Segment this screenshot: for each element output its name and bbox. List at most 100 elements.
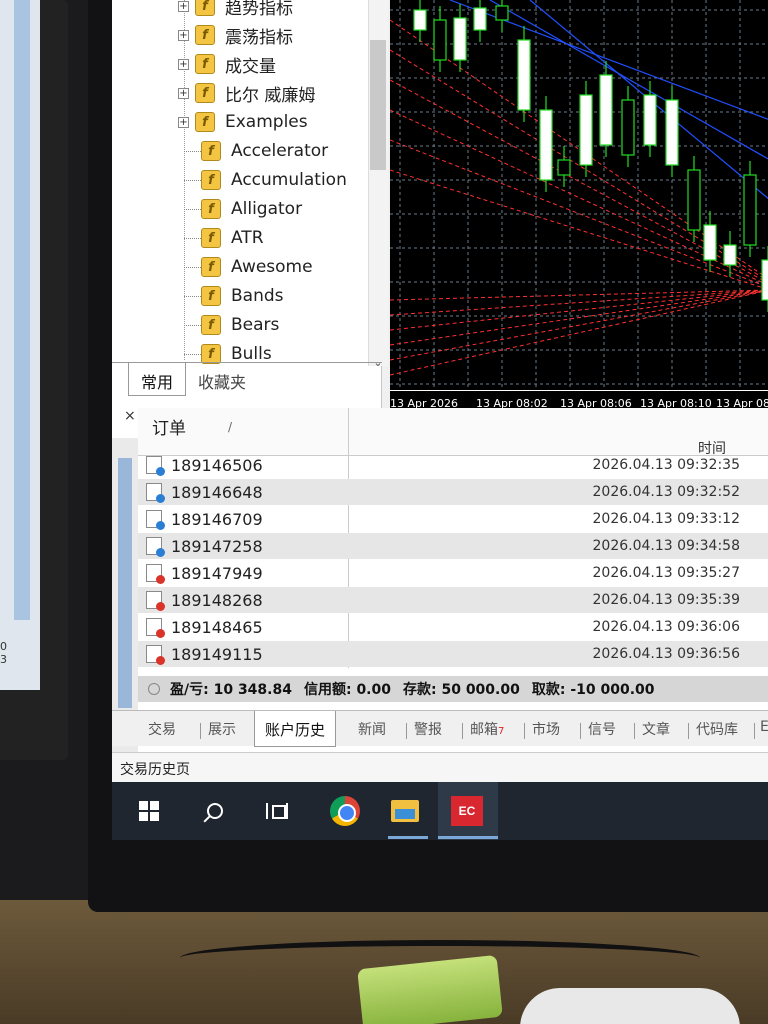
- order-row[interactable]: 189146648 2026.04.13 09:32:52: [138, 479, 768, 505]
- candle-body: [433, 19, 447, 61]
- tab-mailbox[interactable]: 邮箱7: [470, 719, 504, 739]
- expand-icon[interactable]: +: [178, 0, 189, 12]
- tab-market[interactable]: 市场: [532, 719, 560, 739]
- terminal-tabs: 交易 展示 账户历史 新闻 警报 邮箱7 市场 信号 文章 代码库 E: [112, 710, 768, 747]
- tab-common[interactable]: 常用: [128, 363, 187, 396]
- fan-line: [390, 289, 768, 316]
- indicator-f-icon: f: [195, 0, 215, 16]
- order-row[interactable]: 189146709 2026.04.13 09:33:12: [138, 506, 768, 532]
- navigator-item[interactable]: f Awesome: [112, 253, 313, 281]
- navigator-scroll-thumb[interactable]: [370, 40, 386, 170]
- expand-icon[interactable]: +: [178, 116, 189, 128]
- tab-separator: [634, 723, 635, 739]
- trading-app-icon[interactable]: EC: [450, 794, 484, 828]
- tab-account-history[interactable]: 账户历史: [254, 711, 337, 747]
- candle-body: [517, 39, 531, 111]
- price-chart[interactable]: [390, 0, 768, 390]
- tab-trade[interactable]: 交易: [148, 719, 176, 739]
- indicator-f-icon: f: [201, 170, 221, 190]
- navigator-item[interactable]: f Alligator: [112, 195, 302, 223]
- candle-body: [413, 9, 427, 31]
- navigator-item-label: Bears: [231, 315, 280, 335]
- sort-indicator-icon: /: [228, 420, 233, 434]
- tab-separator: [524, 723, 525, 739]
- order-row[interactable]: 189147258 2026.04.13 09:34:58: [138, 533, 768, 559]
- navigator-item-label: ATR: [231, 228, 264, 248]
- navigator-item[interactable]: f ATR: [112, 224, 264, 252]
- navigator-item[interactable]: + f 震荡指标: [112, 21, 293, 49]
- close-icon[interactable]: ×: [124, 408, 136, 424]
- navigator-item-label: Bands: [231, 286, 284, 306]
- white-object: [520, 988, 740, 1024]
- sell-order-icon: [146, 618, 165, 638]
- navigator-item[interactable]: + f 比尔 威廉姆: [112, 79, 315, 107]
- order-type-dot: [156, 629, 165, 638]
- tab-separator: [406, 723, 407, 739]
- order-row[interactable]: 189147949 2026.04.13 09:35:27: [138, 560, 768, 586]
- order-row[interactable]: 189149115 2026.04.13 09:36:56: [138, 641, 768, 667]
- candle-body: [579, 94, 593, 166]
- order-time: 2026.04.13 09:32:52: [592, 484, 741, 500]
- mail-count-badge: 7: [498, 726, 505, 737]
- navigator-item[interactable]: + f 趋势指标: [112, 0, 293, 20]
- navigator-item[interactable]: f Bears: [112, 311, 279, 339]
- candle-body: [557, 159, 571, 176]
- tab-favorites[interactable]: 收藏夹: [186, 363, 258, 396]
- order-row[interactable]: 189148465 2026.04.13 09:36:06: [138, 614, 768, 640]
- navigator-item-label: 比尔 威廉姆: [225, 85, 316, 106]
- navigator-item-label: 趋势指标: [225, 0, 293, 19]
- left-monitor-text: 0 3: [0, 640, 7, 666]
- tab-articles[interactable]: 文章: [642, 719, 670, 739]
- navigator-item[interactable]: f Accumulation: [112, 166, 347, 194]
- balance-summary: 盈/亏: 10 348.84 信用额: 0.00 存款: 50 000.00 取…: [138, 676, 768, 702]
- search-icon[interactable]: [198, 794, 232, 828]
- indicator-f-icon: f: [195, 54, 215, 74]
- sell-order-icon: [146, 645, 165, 665]
- trading-app-glyph: EC: [451, 796, 483, 826]
- navigator-item-label: 震荡指标: [225, 27, 293, 48]
- indicator-f-icon: f: [201, 344, 221, 364]
- candle-body: [665, 99, 679, 166]
- tab-alerts[interactable]: 警报: [414, 719, 442, 739]
- windows-start-icon[interactable]: [132, 794, 166, 828]
- navigator-item-label: Alligator: [231, 199, 303, 219]
- navigator-item[interactable]: + f 成交量: [112, 50, 276, 78]
- order-id: 189148465: [171, 617, 263, 637]
- navigator-item[interactable]: f Bands: [112, 282, 284, 310]
- order-id: 189146648: [171, 482, 263, 502]
- order-id: 189147949: [171, 563, 263, 583]
- order-row[interactable]: 189146506 2026.04.13 09:32:35: [138, 452, 768, 478]
- tree-branch: [184, 208, 201, 210]
- left-monitor: 0 3: [0, 0, 68, 760]
- order-type-dot: [156, 467, 165, 476]
- terminal-window: × 订单 / 时间 189146506 2026.04.13 09:32:35 18…: [112, 408, 768, 758]
- column-order[interactable]: 订单: [152, 414, 186, 439]
- tab-code-base[interactable]: 代码库: [696, 719, 738, 739]
- order-time: 2026.04.13 09:35:27: [592, 565, 741, 581]
- candle-body: [599, 74, 613, 146]
- expand-icon[interactable]: +: [178, 58, 189, 70]
- navigator-item[interactable]: + f Examples: [112, 108, 308, 136]
- navigator-item-label: Accumulation: [231, 170, 347, 190]
- order-time: 2026.04.13 09:36:06: [592, 619, 741, 635]
- tab-signals[interactable]: 信号: [588, 719, 616, 739]
- order-row[interactable]: 189148268 2026.04.13 09:35:39: [138, 587, 768, 613]
- order-time: 2026.04.13 09:35:39: [592, 592, 741, 608]
- navigator-item-label: Accelerator: [231, 141, 329, 161]
- chrome-icon[interactable]: [328, 794, 362, 828]
- order-type-dot: [156, 494, 165, 503]
- order-id: 189147258: [171, 536, 263, 556]
- profit-loss: 盈/亏: 10 348.84: [170, 682, 292, 698]
- tab-news[interactable]: 新闻: [358, 719, 386, 739]
- expand-icon[interactable]: +: [178, 29, 189, 41]
- task-view-icon[interactable]: [260, 794, 294, 828]
- running-indicator: [388, 836, 428, 839]
- indicator-f-icon: f: [195, 25, 215, 45]
- file-explorer-icon[interactable]: [388, 794, 422, 828]
- navigator-item-label: Bulls: [231, 344, 272, 364]
- tab-exposure[interactable]: 展示: [208, 719, 236, 739]
- expand-icon[interactable]: +: [178, 87, 189, 99]
- buy-order-icon: [146, 537, 165, 557]
- tab-more[interactable]: E: [760, 719, 768, 735]
- navigator-item[interactable]: f Accelerator: [112, 137, 328, 165]
